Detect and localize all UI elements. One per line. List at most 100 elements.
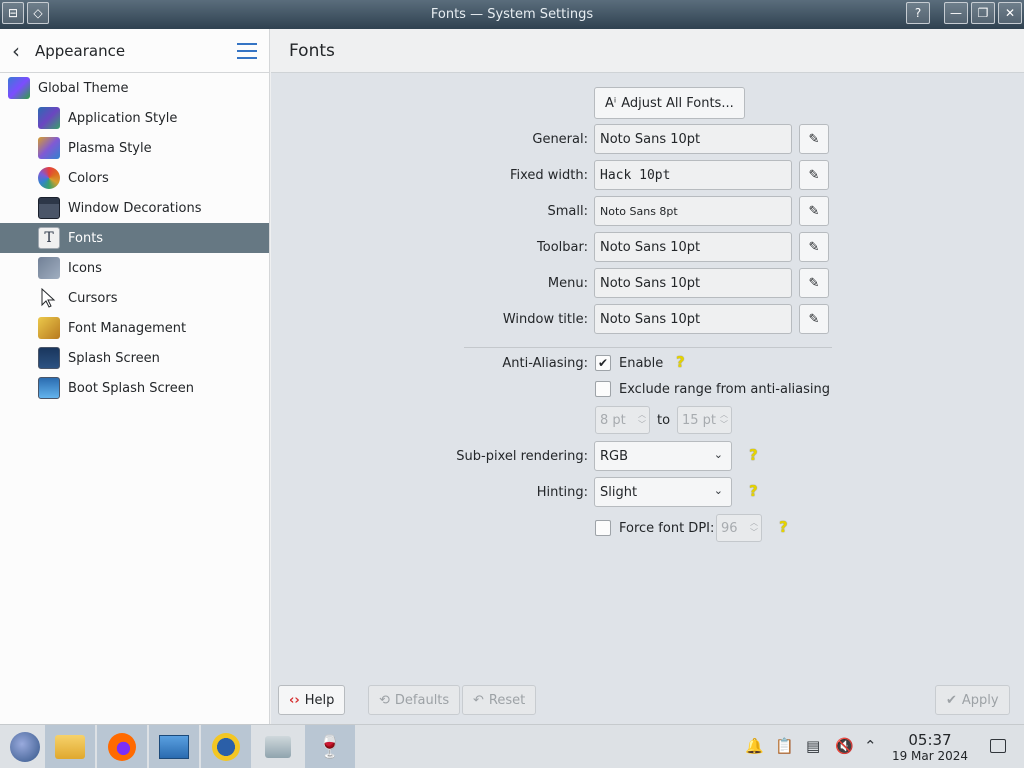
wine-glass-icon: 🍷 bbox=[316, 734, 344, 760]
force-dpi-spinbox: 96 ︿ ﹀ bbox=[716, 514, 762, 542]
plasma-style-icon bbox=[38, 137, 60, 159]
apply-button-label: Apply bbox=[961, 692, 999, 708]
settings-monitor-icon bbox=[159, 735, 189, 759]
colors-icon bbox=[38, 167, 60, 189]
adjust-all-fonts-button[interactable]: Aⁱ Adjust All Fonts... bbox=[594, 87, 745, 119]
font-picker-menu[interactable]: ✎ bbox=[799, 268, 829, 298]
apply-button[interactable]: ✔ Apply bbox=[935, 685, 1010, 715]
start-menu-button[interactable] bbox=[0, 725, 50, 768]
clipboard-icon[interactable]: 📋 bbox=[775, 737, 794, 755]
font-picker-small[interactable]: ✎ bbox=[799, 196, 829, 226]
firefox-icon bbox=[108, 733, 136, 761]
volume-muted-icon[interactable]: 🔇 bbox=[835, 737, 854, 755]
storage-icon[interactable]: ▤ bbox=[806, 737, 820, 755]
font-picker-general[interactable]: ✎ bbox=[799, 124, 829, 154]
font-management-icon bbox=[38, 317, 60, 339]
taskbar-wine[interactable]: 🍷 bbox=[305, 725, 355, 768]
taskbar-file-manager[interactable] bbox=[45, 725, 95, 768]
sidebar-item-fonts[interactable]: T Fonts bbox=[0, 223, 269, 253]
spin-arrows-icon: ︿ ﹀ bbox=[720, 410, 728, 429]
defaults-icon: ⟲ bbox=[379, 692, 390, 708]
spin-arrows-icon: ︿ ﹀ bbox=[638, 410, 646, 429]
show-desktop-icon[interactable] bbox=[990, 739, 1006, 753]
sidebar-item-window-decorations[interactable]: Window Decorations bbox=[0, 193, 269, 223]
font-picker-fixed-width[interactable]: ✎ bbox=[799, 160, 829, 190]
sidebar-item-colors[interactable]: Colors bbox=[0, 163, 269, 193]
chevron-down-icon: ⌄ bbox=[713, 448, 723, 461]
context-help-button[interactable]: ? bbox=[906, 2, 930, 24]
exclude-from-value: 8 pt bbox=[600, 412, 626, 428]
reset-button[interactable]: ↶ Reset bbox=[462, 685, 537, 715]
notifications-icon[interactable]: 🔔 bbox=[745, 737, 764, 755]
taskbar-app-4[interactable] bbox=[201, 725, 251, 768]
exclude-to-spinbox: 15 pt ︿ ﹀ bbox=[677, 406, 732, 434]
font-adjust-icon: Aⁱ bbox=[605, 95, 617, 111]
sidebar-item-label: Global Theme bbox=[38, 80, 129, 96]
minimize-button[interactable]: — bbox=[944, 2, 968, 24]
global-theme-icon bbox=[8, 77, 30, 99]
sidebar-item-global-theme[interactable]: Global Theme bbox=[0, 73, 269, 103]
sidebar-item-label: Icons bbox=[68, 260, 102, 276]
sidebar-item-cursors[interactable]: Cursors bbox=[0, 283, 269, 313]
clock-time: 05:37 bbox=[908, 731, 952, 749]
force-dpi-help-icon[interactable]: ? bbox=[779, 518, 788, 536]
font-field-general[interactable]: Noto Sans 10pt bbox=[594, 124, 792, 154]
hamburger-menu-icon[interactable] bbox=[237, 42, 257, 59]
sidebar-item-icons[interactable]: Icons bbox=[0, 253, 269, 283]
sidebar-item-application-style[interactable]: Application Style bbox=[0, 103, 269, 133]
clock[interactable]: 05:37 19 Mar 2024 bbox=[890, 731, 970, 763]
sidebar-item-font-management[interactable]: Font Management bbox=[0, 313, 269, 343]
sidebar-list: Global Theme Application Style Plasma St… bbox=[0, 73, 269, 403]
chevron-up-icon[interactable]: ⌃ bbox=[864, 737, 877, 755]
font-field-fixed-width[interactable]: Hack 10pt bbox=[594, 160, 792, 190]
start-menu-icon bbox=[10, 732, 40, 762]
exclude-range-label: Exclude range from anti-aliasing bbox=[619, 382, 831, 397]
antialiasing-help-icon[interactable]: ? bbox=[676, 353, 685, 371]
pencil-icon: ✎ bbox=[808, 239, 820, 255]
taskbar-system-settings[interactable] bbox=[149, 725, 199, 768]
font-field-window-title[interactable]: Noto Sans 10pt bbox=[594, 304, 792, 334]
fonts-icon: T bbox=[38, 227, 60, 249]
window-titlebar: ⊟ ◇ Fonts — System Settings ? — ❐ ✕ bbox=[0, 0, 1024, 29]
adjust-all-fonts-label: Adjust All Fonts... bbox=[621, 95, 734, 111]
font-label-toolbar: Toolbar: bbox=[537, 240, 588, 255]
range-to-label: to bbox=[657, 413, 671, 428]
sidebar-back-label[interactable]: Appearance bbox=[35, 42, 237, 60]
exclude-range-checkbox[interactable] bbox=[595, 381, 611, 397]
package-icon bbox=[265, 736, 291, 758]
back-arrow-icon[interactable]: ‹ bbox=[12, 39, 32, 63]
sidebar-item-label: Application Style bbox=[68, 110, 178, 126]
maximize-button[interactable]: ❐ bbox=[971, 2, 995, 24]
taskbar: 🍷 🔔 📋 ▤ 🔇 ⌃ 05:37 19 Mar 2024 bbox=[0, 724, 1024, 768]
force-dpi-value: 96 bbox=[721, 520, 738, 536]
sidebar-item-splash-screen[interactable]: Splash Screen bbox=[0, 343, 269, 373]
subpixel-help-icon[interactable]: ? bbox=[749, 446, 758, 464]
taskbar-firefox[interactable] bbox=[97, 725, 147, 768]
section-divider bbox=[464, 347, 832, 348]
force-dpi-checkbox[interactable] bbox=[595, 520, 611, 536]
subpixel-combobox[interactable]: RGB ⌄ bbox=[594, 441, 732, 471]
page-title: Fonts bbox=[271, 29, 1024, 73]
font-field-menu[interactable]: Noto Sans 10pt bbox=[594, 268, 792, 298]
sidebar-item-boot-splash-screen[interactable]: Boot Splash Screen bbox=[0, 373, 269, 403]
antialiasing-enable-checkbox[interactable]: ✔ bbox=[595, 355, 611, 371]
exclude-to-value: 15 pt bbox=[682, 412, 717, 428]
cursor-icon bbox=[38, 287, 60, 309]
taskbar-app-5[interactable] bbox=[253, 725, 303, 768]
hinting-combobox[interactable]: Slight ⌄ bbox=[594, 477, 732, 507]
font-label-window-title: Window title: bbox=[502, 312, 588, 327]
font-picker-window-title[interactable]: ✎ bbox=[799, 304, 829, 334]
font-field-toolbar[interactable]: Noto Sans 10pt bbox=[594, 232, 792, 262]
hinting-help-icon[interactable]: ? bbox=[749, 482, 758, 500]
chevron-down-icon: ⌄ bbox=[713, 484, 723, 497]
application-style-icon bbox=[38, 107, 60, 129]
font-field-small[interactable]: Noto Sans 8pt bbox=[594, 196, 792, 226]
font-picker-toolbar[interactable]: ✎ bbox=[799, 232, 829, 262]
help-button[interactable]: ‹› Help bbox=[278, 685, 346, 715]
reset-icon: ↶ bbox=[473, 692, 484, 708]
sidebar-item-plasma-style[interactable]: Plasma Style bbox=[0, 133, 269, 163]
sidebar: ‹ Appearance Global Theme Application St… bbox=[0, 29, 270, 724]
close-button[interactable]: ✕ bbox=[998, 2, 1022, 24]
defaults-button[interactable]: ⟲ Defaults bbox=[368, 685, 461, 715]
sidebar-item-label: Fonts bbox=[68, 230, 104, 246]
